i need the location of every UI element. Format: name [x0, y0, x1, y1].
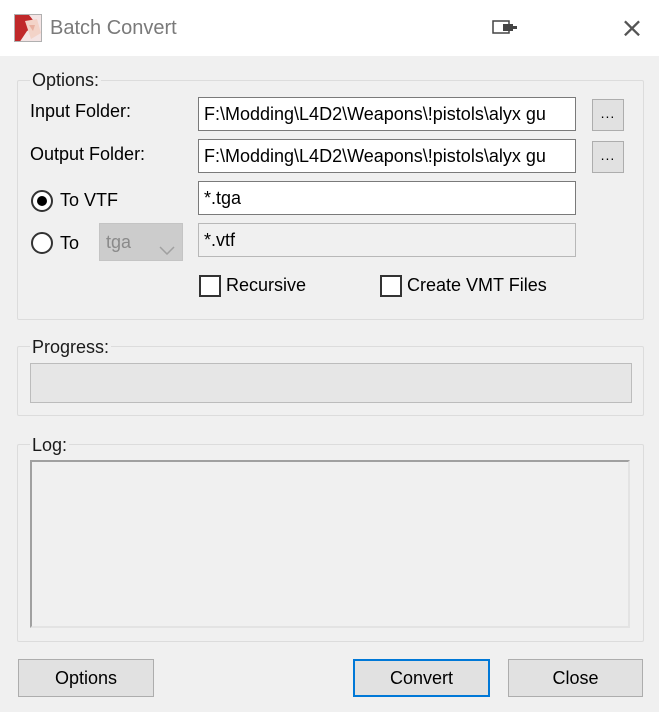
title-bar: Batch Convert × — [0, 0, 659, 56]
chevron-down-icon — [158, 234, 176, 256]
recursive-checkbox[interactable] — [199, 275, 221, 297]
to-vtf-label[interactable]: To VTF — [60, 190, 118, 211]
output-folder-label: Output Folder: — [30, 144, 146, 164]
pin-window-icon[interactable] — [491, 18, 519, 38]
output-folder-field[interactable]: F:\Modding\L4D2\Weapons\!pistols\alyx gu — [198, 139, 576, 173]
input-folder-label: Input Folder: — [30, 101, 132, 121]
input-folder-browse-button[interactable]: ... — [592, 99, 624, 131]
format-dropdown-value: tga — [106, 232, 132, 252]
to-vtf-radio[interactable] — [31, 190, 53, 212]
to-format-label[interactable]: To — [60, 233, 79, 254]
radio-selected-dot — [37, 196, 47, 206]
window-title: Batch Convert — [50, 17, 177, 39]
input-folder-field[interactable]: F:\Modding\L4D2\Weapons\!pistols\alyx gu — [198, 97, 576, 131]
app-icon — [14, 14, 42, 42]
progress-bar — [30, 363, 632, 403]
create-vmt-checkbox[interactable] — [380, 275, 402, 297]
recursive-label[interactable]: Recursive — [226, 275, 306, 296]
log-textarea[interactable] — [30, 460, 630, 628]
options-button[interactable]: Options — [18, 659, 154, 697]
close-button[interactable]: Close — [508, 659, 643, 697]
format-dropdown[interactable]: tga — [99, 223, 183, 261]
log-group-label: Log: — [30, 435, 70, 456]
convert-button[interactable]: Convert — [353, 659, 490, 697]
close-window-button[interactable]: × — [612, 10, 652, 46]
to-vtf-filter-field[interactable]: *.tga — [198, 181, 576, 215]
create-vmt-label[interactable]: Create VMT Files — [407, 275, 547, 296]
progress-group-label: Progress: — [30, 337, 112, 358]
to-format-radio[interactable] — [31, 232, 53, 254]
to-format-filter-field[interactable]: *.vtf — [198, 223, 576, 257]
options-group-label: Options: — [30, 70, 102, 91]
output-folder-browse-button[interactable]: ... — [592, 141, 624, 173]
